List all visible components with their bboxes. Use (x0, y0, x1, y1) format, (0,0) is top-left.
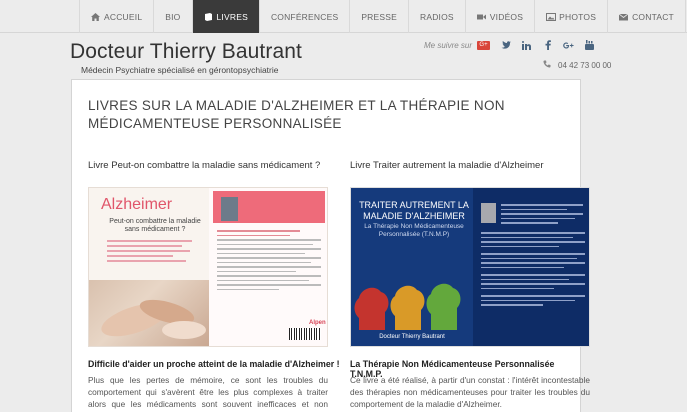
book-1-cover-title: Alzheimer (101, 196, 173, 213)
nav-item-label: BIO (165, 11, 181, 22)
book-2-back-text (481, 232, 585, 309)
nav-item-label: VIDÉOS (489, 11, 524, 22)
phone-icon (543, 60, 551, 70)
social-follow-bar: Me suivre sur G+ (424, 40, 595, 50)
site-title[interactable]: Docteur Thierry Bautrant (70, 40, 302, 64)
nav-item-label: PHOTOS (559, 11, 597, 22)
book-1-back-text (217, 230, 321, 293)
book-2-cover-image[interactable]: TRAITER AUTREMENT LA MALADIE D'ALZHEIMER… (350, 187, 590, 347)
book-2-cover-title: TRAITER AUTREMENT LA MALADIE D'ALZHEIMER (359, 200, 469, 221)
book-2-front-cover: TRAITER AUTREMENT LA MALADIE D'ALZHEIMER… (351, 188, 473, 346)
nav-item-photos[interactable]: PHOTOS (535, 0, 609, 33)
book-2-back-cover (473, 188, 589, 346)
home-icon (91, 12, 100, 21)
book-2-heading[interactable]: Livre Traiter autrement la maladie d'Alz… (350, 160, 543, 171)
nav-item-bio[interactable]: BIO (154, 0, 193, 33)
book-1-author-box (213, 191, 325, 223)
book-1-front-cover: Alzheimer Peut-on combattre la maladie s… (89, 188, 209, 346)
google-plus-icon[interactable] (563, 40, 574, 50)
book-1-back-cover: Alpen (209, 188, 327, 346)
nav-item-radios[interactable]: RADIOS (409, 0, 466, 33)
site-subtitle: Médecin Psychiatre spécialisé en géronto… (81, 65, 279, 75)
google-plus-icon[interactable]: G+ (477, 40, 491, 50)
book-2-description: Ce livre a été réalisé, à partir d'un co… (350, 375, 590, 409)
nav-item-conferences[interactable]: CONFÉRENCES (260, 0, 351, 33)
book-2-cover-subtitle: La Thérapie Non Médicamenteuse Personnal… (364, 223, 464, 238)
book-1-heading[interactable]: Livre Peut-on combattre la maladie sans … (88, 160, 320, 171)
nav-item-videos[interactable]: VIDÉOS (466, 0, 536, 33)
book-1-cover-image[interactable]: Alzheimer Peut-on combattre la maladie s… (88, 187, 328, 347)
nav-item-label: LIVRES (216, 11, 248, 22)
book-1-cover-text-lines (107, 240, 201, 265)
nav-item-presse[interactable]: PRESSE (350, 0, 409, 33)
book-icon (204, 12, 213, 21)
book-2-tree-heads-illustration (354, 283, 461, 330)
content-panel: LIVRES SUR LA MALADIE D'ALZHEIMER ET LA … (71, 79, 590, 412)
nav-item-label: RADIOS (420, 11, 454, 22)
book-1-barcode (289, 328, 321, 340)
linkedin-icon[interactable] (521, 40, 532, 50)
twitter-icon[interactable] (500, 40, 511, 50)
nav-item-livres[interactable]: LIVRES (192, 0, 260, 33)
nav-item-label: ACCUEIL (104, 11, 143, 22)
top-nav: ACCUEIL BIO LIVRES CONFÉRENCES PRESSE RA… (0, 0, 687, 33)
photo-icon (546, 12, 557, 21)
nav-item-label: CONTACT (632, 11, 674, 22)
book-1-description: Plus que les pertes de mémoire, ce sont … (88, 375, 328, 412)
page-title: LIVRES SUR LA MALADIE D'ALZHEIMER ET LA … (88, 98, 505, 131)
book-2-author-bio (501, 204, 583, 227)
book-1-cover-subtitle: Peut-on combattre la maladie sans médica… (109, 218, 201, 233)
nav-item-accueil[interactable]: ACCUEIL (80, 0, 155, 33)
book-1-caption: Difficile d'aider un proche atteint de l… (88, 359, 340, 369)
phone-number: 04 42 73 00 00 (558, 60, 612, 70)
book-2-cover-author: Docteur Thierry Bautrant (379, 334, 445, 340)
video-icon (476, 13, 486, 21)
nav-item-contact[interactable]: CONTACT (608, 0, 686, 33)
book-1-publisher-logo: Alpen (309, 320, 326, 326)
author-photo (221, 197, 238, 221)
book-1-hands-photo (89, 280, 209, 346)
youtube-icon[interactable] (584, 40, 595, 50)
envelope-icon (619, 13, 629, 21)
nav-item-label: CONFÉRENCES (270, 11, 339, 22)
nav-item-label: PRESSE (361, 11, 397, 22)
author-photo (481, 203, 496, 223)
follow-label: Me suivre sur (424, 40, 473, 50)
phone-contact[interactable]: 04 42 73 00 00 (543, 60, 611, 70)
nav-menu: ACCUEIL BIO LIVRES CONFÉRENCES PRESSE RA… (79, 0, 686, 33)
facebook-icon[interactable] (542, 40, 553, 50)
